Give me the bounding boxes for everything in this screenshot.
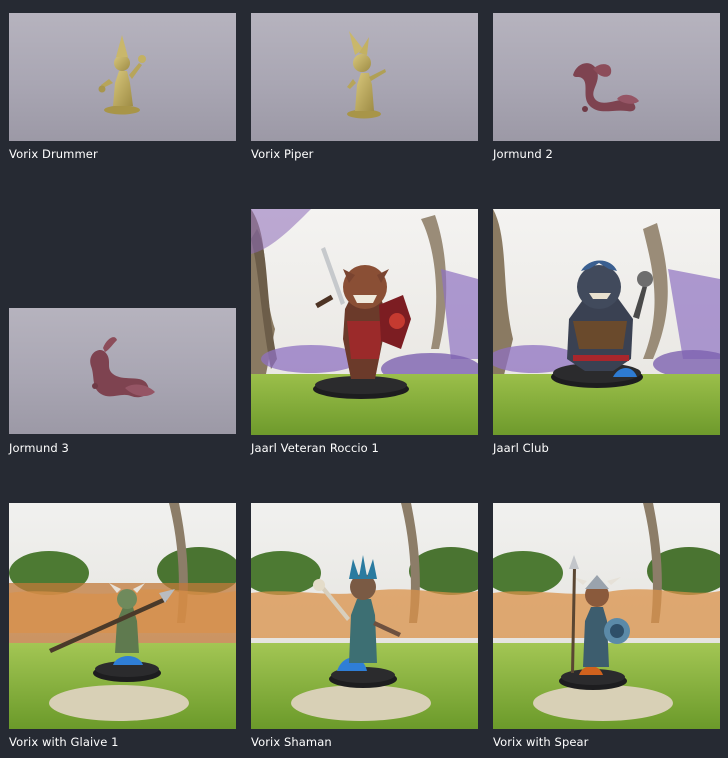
serpent-figure-icon (493, 13, 720, 141)
gallery-card[interactable]: Jaarl Veteran Roccio 1 (251, 209, 478, 469)
gallery-card-title[interactable]: Vorix with Spear (493, 735, 589, 749)
goblin-spear-figure-icon (493, 503, 720, 729)
gallery-card[interactable]: Jormund 2 (493, 13, 720, 173)
gallery-card[interactable]: Vorix with Spear (493, 503, 720, 755)
gallery-thumbnail[interactable] (493, 209, 720, 435)
gallery-thumbnail[interactable] (493, 503, 720, 729)
gallery-card[interactable]: Vorix Drummer (9, 13, 236, 173)
gallery-thumbnail[interactable] (9, 308, 236, 434)
gallery-thumbnail[interactable] (251, 13, 478, 141)
goblin-figure-icon (9, 13, 236, 141)
gallery-card[interactable]: Vorix with Glaive 1 (9, 503, 236, 755)
gallery-card-title[interactable]: Vorix Piper (251, 147, 313, 161)
gallery-card-title[interactable]: Vorix Shaman (251, 735, 332, 749)
gallery-card[interactable]: Vorix Shaman (251, 503, 478, 755)
goblin-shaman-figure-icon (251, 503, 478, 729)
serpent-figure-icon (9, 308, 236, 434)
gallery-card-title[interactable]: Vorix with Glaive 1 (9, 735, 119, 749)
goblin-figure-icon (251, 13, 478, 141)
gallery-card-title[interactable]: Jormund 2 (493, 147, 553, 161)
gallery-thumbnail[interactable] (9, 13, 236, 141)
gallery-card[interactable]: Jormund 3 (9, 308, 236, 468)
armored-warrior-figure-icon (251, 209, 478, 435)
model-gallery: Vorix Drummer Vorix Piper Jormund 2 Jorm… (0, 0, 728, 758)
gallery-card-title[interactable]: Vorix Drummer (9, 147, 98, 161)
armored-brute-figure-icon (493, 209, 720, 435)
gallery-card[interactable]: Jaarl Club (493, 209, 720, 469)
goblin-glaive-figure-icon (9, 503, 236, 729)
gallery-thumbnail[interactable] (251, 503, 478, 729)
gallery-card-title[interactable]: Jaarl Veteran Roccio 1 (251, 441, 379, 455)
gallery-thumbnail[interactable] (493, 13, 720, 141)
gallery-thumbnail[interactable] (251, 209, 478, 435)
gallery-card-title[interactable]: Jormund 3 (9, 441, 69, 455)
gallery-thumbnail[interactable] (9, 503, 236, 729)
gallery-card-title[interactable]: Jaarl Club (493, 441, 549, 455)
gallery-card[interactable]: Vorix Piper (251, 13, 478, 173)
